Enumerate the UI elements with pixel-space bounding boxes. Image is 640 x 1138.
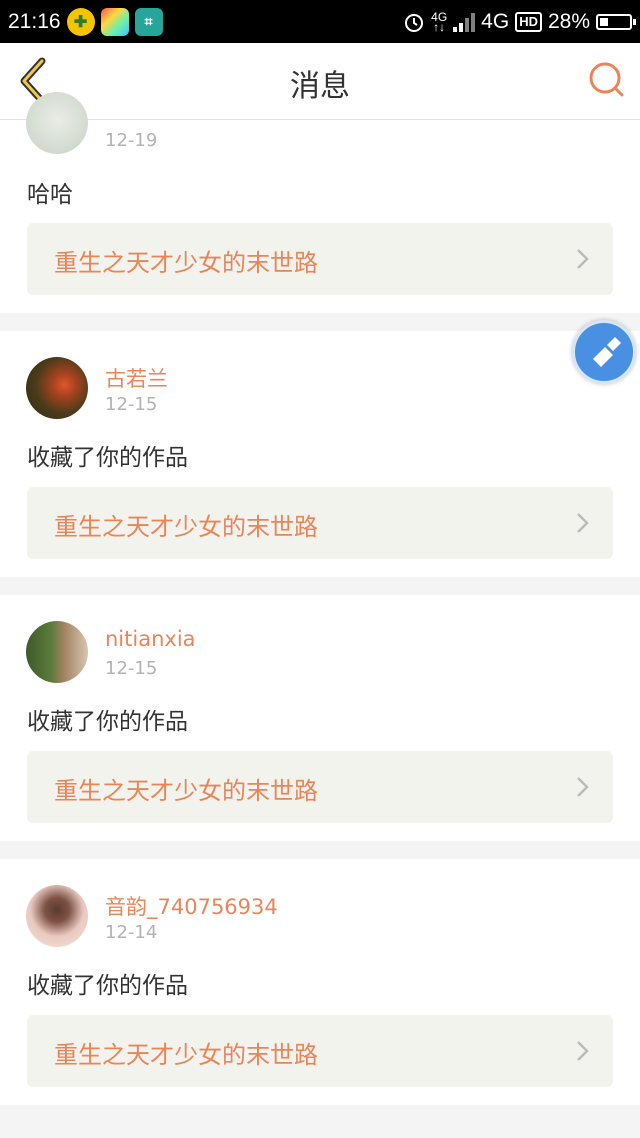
chevron-right-icon (577, 777, 589, 797)
battery-icon (596, 13, 636, 30)
avatar[interactable] (26, 621, 88, 683)
status-time: 21:16 (8, 9, 61, 33)
message-text: 哈哈 (27, 182, 73, 208)
message-text: 收藏了你的作品 (27, 973, 188, 999)
float-clean-button[interactable] (572, 320, 636, 384)
status-bar: 21:16 ✚ ⌗ 4G ↑↓ 4G HD 28% (0, 0, 640, 43)
colorful-app-icon (100, 7, 129, 36)
work-title: 重生之天才少女的末世路 (54, 777, 318, 805)
broom-icon (593, 337, 621, 367)
message-date: 12-15 (105, 394, 158, 415)
message-card[interactable]: 古若兰 12-15 收藏了你的作品 重生之天才少女的末世路 (0, 331, 640, 577)
avatar (26, 92, 88, 154)
scan-app-icon: ⌗ (134, 7, 163, 36)
chevron-right-icon (577, 513, 589, 533)
chevron-right-icon (577, 249, 589, 269)
message-date: 12-14 (105, 922, 158, 943)
message-card[interactable]: 音韵_740756934 12-14 收藏了你的作品 重生之天才少女的末世路 (0, 859, 640, 1105)
work-title: 重生之天才少女的末世路 (54, 1041, 318, 1069)
hd-badge: HD (515, 11, 542, 32)
message-text: 收藏了你的作品 (27, 709, 188, 735)
user-name[interactable]: nitianxia (105, 627, 196, 651)
message-card[interactable]: nitianxia 12-15 收藏了你的作品 重生之天才少女的末世路 (0, 595, 640, 841)
work-link[interactable]: 重生之天才少女的末世路 (27, 1015, 613, 1087)
user-name[interactable]: 古若兰 (105, 363, 168, 393)
message-date: 12-15 (105, 658, 158, 679)
chevron-right-icon (577, 1041, 589, 1061)
network-small-bottom: ↑↓ (433, 19, 446, 34)
battery-percent: 28% (547, 9, 590, 33)
avatar[interactable] (26, 357, 88, 419)
status-right: 4G ↑↓ 4G HD 28% (403, 9, 636, 34)
header: 消息 (0, 43, 640, 120)
avatar[interactable] (26, 885, 88, 947)
alarm-icon (405, 13, 424, 32)
search-icon[interactable] (586, 59, 626, 99)
network-type: 4G (481, 9, 510, 33)
message-card[interactable]: 12-19 哈哈 重生之天才少女的末世路 (0, 92, 640, 313)
work-title: 重生之天才少女的末世路 (54, 513, 318, 541)
network-small: 4G ↑↓ (431, 11, 447, 34)
message-date: 12-19 (105, 130, 158, 151)
plus-app-icon: ✚ (66, 7, 95, 36)
work-link[interactable]: 重生之天才少女的末世路 (27, 223, 613, 295)
user-name[interactable]: 音韵_740756934 (105, 891, 278, 921)
work-link[interactable]: 重生之天才少女的末世路 (27, 751, 613, 823)
page-title: 消息 (290, 69, 350, 104)
message-text: 收藏了你的作品 (27, 445, 188, 471)
work-link[interactable]: 重生之天才少女的末世路 (27, 487, 613, 559)
work-title: 重生之天才少女的末世路 (54, 249, 318, 277)
signal-icon (453, 12, 476, 32)
